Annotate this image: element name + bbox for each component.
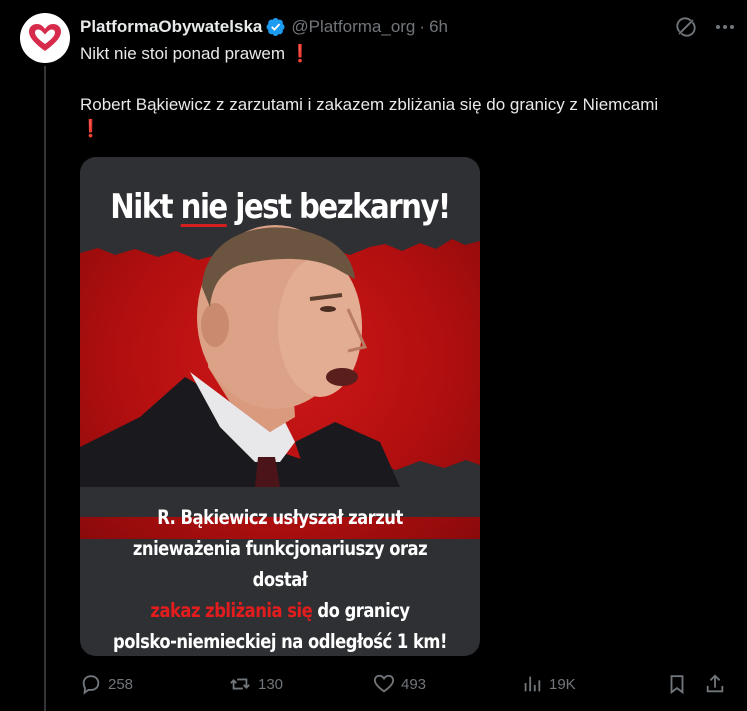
person-photo xyxy=(80,225,400,487)
post-text-line1: Nikt nie stoi ponad prawem ❗ xyxy=(80,44,311,64)
image-headline: Nikt nie jest bezkarny! xyxy=(110,187,451,227)
image-caption: R. Bąkiewicz usłyszał zarzut znieważenia… xyxy=(113,506,447,653)
post-header: PlatformaObywatelska @Platforma_org · 6h xyxy=(80,15,735,39)
thread-line xyxy=(44,66,46,711)
post-text: Nikt nie stoi ponad prawem xyxy=(80,44,286,63)
like-count: 493 xyxy=(401,675,427,693)
repost-icon xyxy=(230,678,250,690)
share-icon xyxy=(706,674,724,693)
separator: · xyxy=(419,17,426,36)
exclamation-emoji: ❗ xyxy=(289,44,311,63)
post-text: Robert Bąkiewicz z zarzutami i zakazem z… xyxy=(80,95,659,114)
share-button[interactable] xyxy=(704,673,726,695)
more-options-icon[interactable] xyxy=(715,17,735,37)
heart-logo-icon xyxy=(29,24,61,51)
action-bar: 258 130 493 19K xyxy=(80,672,735,696)
views-count: 19K xyxy=(549,675,576,693)
handle[interactable]: @Platforma_org xyxy=(291,17,415,37)
post-text-line3: ❗ xyxy=(80,119,101,139)
avatar[interactable] xyxy=(20,13,70,63)
display-name[interactable]: PlatformaObywatelska xyxy=(80,17,262,37)
bookmark-icon xyxy=(670,675,684,695)
reply-icon xyxy=(82,675,100,695)
views-chart-icon xyxy=(524,676,541,692)
reply-count: 258 xyxy=(108,675,134,693)
heart-icon xyxy=(373,674,395,693)
grok-icon[interactable] xyxy=(675,16,697,38)
post-text-line2: Robert Bąkiewicz z zarzutami i zakazem z… xyxy=(80,95,658,115)
exclamation-emoji: ❗ xyxy=(80,119,102,138)
like-button[interactable]: 493 xyxy=(373,673,426,695)
repost-count: 130 xyxy=(258,675,284,693)
views-button[interactable]: 19K xyxy=(521,673,576,695)
verified-badge-icon[interactable] xyxy=(266,17,286,37)
repost-button[interactable]: 130 xyxy=(228,673,283,695)
reply-button[interactable]: 258 xyxy=(80,673,133,695)
bookmark-button[interactable] xyxy=(666,673,688,695)
timestamp[interactable]: 6h xyxy=(429,17,448,37)
post-image[interactable]: Nikt nie jest bezkarny! R. Bąkiewicz usł… xyxy=(80,157,480,656)
